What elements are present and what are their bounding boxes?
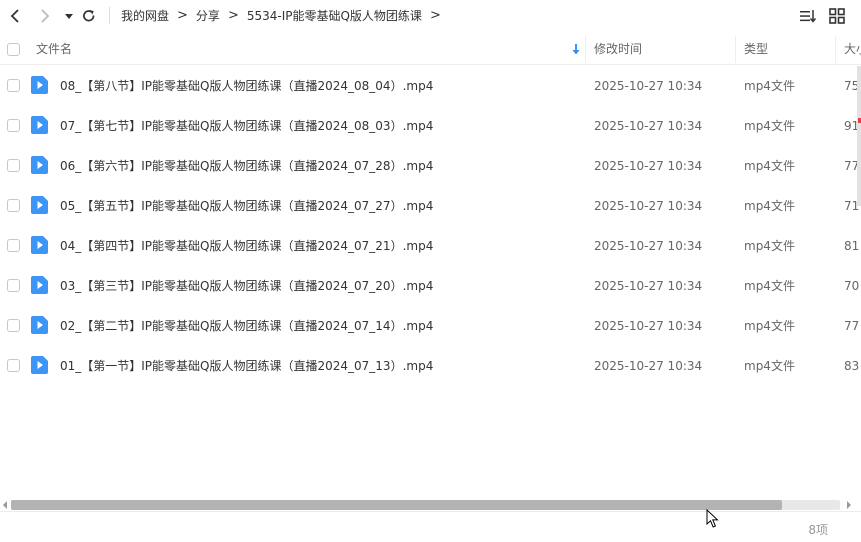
refresh-button[interactable] <box>80 7 98 25</box>
scroll-right-arrow-icon[interactable] <box>845 500 853 510</box>
file-row[interactable]: 08_【第八节】IP能零基础Q版人物团练课（直播2024_08_04）.mp4 … <box>0 66 861 106</box>
video-file-icon <box>31 116 48 134</box>
file-row[interactable]: 05_【第五节】IP能零基础Q版人物团练课（直播2024_07_27）.mp4 … <box>0 186 861 226</box>
item-count: 8项 <box>808 523 828 537</box>
file-name: 05_【第五节】IP能零基础Q版人物团练课（直播2024_07_27）.mp4 <box>60 199 434 213</box>
file-modified: 2025-10-27 10:34 <box>594 359 703 373</box>
status-bar: 8项 <box>0 511 861 542</box>
toolbar: 我的网盘 > 分享 > 5534-IP能零基础Q版人物团练课 > <box>0 0 861 31</box>
sort-list-icon <box>800 10 817 23</box>
history-dropdown[interactable] <box>60 7 78 25</box>
file-modified: 2025-10-27 10:34 <box>594 279 703 293</box>
column-divider[interactable] <box>835 36 836 63</box>
file-type: mp4文件 <box>744 119 795 133</box>
column-divider[interactable] <box>735 36 736 63</box>
file-name: 03_【第三节】IP能零基础Q版人物团练课（直播2024_07_20）.mp4 <box>60 279 434 293</box>
breadcrumb-item-my-drive[interactable]: 我的网盘 <box>121 7 169 24</box>
sort-menu-button[interactable] <box>799 7 817 25</box>
row-checkbox[interactable] <box>7 239 20 252</box>
back-button[interactable] <box>6 7 24 25</box>
row-checkbox[interactable] <box>7 79 20 92</box>
chevron-left-icon <box>10 9 19 23</box>
file-type: mp4文件 <box>744 279 795 293</box>
file-list: 08_【第八节】IP能零基础Q版人物团练课（直播2024_08_04）.mp4 … <box>0 66 861 386</box>
horizontal-scrollbar[interactable] <box>0 499 861 511</box>
file-name: 06_【第六节】IP能零基础Q版人物团练课（直播2024_07_28）.mp4 <box>60 159 434 173</box>
file-row[interactable]: 04_【第四节】IP能零基础Q版人物团练课（直播2024_07_21）.mp4 … <box>0 226 861 266</box>
video-file-icon <box>31 356 48 374</box>
refresh-icon <box>83 10 95 22</box>
forward-button[interactable] <box>36 7 54 25</box>
file-modified: 2025-10-27 10:34 <box>594 319 703 333</box>
column-header: 文件名 修改时间 类型 大小 <box>0 34 861 65</box>
file-row[interactable]: 07_【第七节】IP能零基础Q版人物团练课（直播2024_08_03）.mp4 … <box>0 106 861 146</box>
file-modified: 2025-10-27 10:34 <box>594 239 703 253</box>
breadcrumb-item-share[interactable]: 分享 <box>196 7 220 24</box>
video-file-icon <box>31 236 48 254</box>
file-name: 08_【第八节】IP能零基础Q版人物团练课（直播2024_08_04）.mp4 <box>60 79 434 93</box>
file-type: mp4文件 <box>744 79 795 93</box>
breadcrumb-separator: > <box>227 7 239 23</box>
row-checkbox[interactable] <box>7 159 20 172</box>
video-file-icon <box>31 276 48 294</box>
toolbar-separator <box>109 7 110 24</box>
video-file-icon <box>31 316 48 334</box>
grid-view-icon <box>829 8 845 24</box>
file-name: 04_【第四节】IP能零基础Q版人物团练课（直播2024_07_21）.mp4 <box>60 239 434 253</box>
video-file-icon <box>31 76 48 94</box>
file-name: 01_【第一节】IP能零基础Q版人物团练课（直播2024_07_13）.mp4 <box>60 359 434 373</box>
file-row[interactable]: 01_【第一节】IP能零基础Q版人物团练课（直播2024_07_13）.mp4 … <box>0 346 861 386</box>
file-type: mp4文件 <box>744 319 795 333</box>
arrow-down-icon[interactable] <box>571 43 581 56</box>
breadcrumb: 我的网盘 > 分享 > 5534-IP能零基础Q版人物团练课 > <box>121 7 449 24</box>
column-header-size[interactable]: 大小 <box>844 34 861 65</box>
caret-down-icon <box>65 14 73 19</box>
file-row[interactable]: 02_【第二节】IP能零基础Q版人物团练课（直播2024_07_14）.mp4 … <box>0 306 861 346</box>
scroll-left-arrow-icon[interactable] <box>1 500 9 510</box>
file-size: 70 <box>844 279 860 293</box>
column-divider[interactable] <box>585 36 586 63</box>
mouse-cursor-icon <box>706 509 719 528</box>
file-modified: 2025-10-27 10:34 <box>594 199 703 213</box>
row-checkbox[interactable] <box>7 319 20 332</box>
file-size: 81 <box>844 239 860 253</box>
file-type: mp4文件 <box>744 199 795 213</box>
file-type: mp4文件 <box>744 239 795 253</box>
video-file-icon <box>31 156 48 174</box>
column-header-type[interactable]: 类型 <box>744 34 768 65</box>
scrollbar-thumb[interactable] <box>11 500 782 510</box>
file-name: 07_【第七节】IP能零基础Q版人物团练课（直播2024_08_03）.mp4 <box>60 119 434 133</box>
file-row[interactable]: 06_【第六节】IP能零基础Q版人物团练课（直播2024_07_28）.mp4 … <box>0 146 861 186</box>
row-checkbox[interactable] <box>7 279 20 292</box>
file-type: mp4文件 <box>744 159 795 173</box>
row-checkbox[interactable] <box>7 359 20 372</box>
row-checkbox[interactable] <box>7 119 20 132</box>
vertical-scrollbar[interactable] <box>857 66 861 206</box>
breadcrumb-item-current-folder[interactable]: 5534-IP能零基础Q版人物团练课 <box>247 7 422 24</box>
breadcrumb-separator: > <box>177 7 188 23</box>
file-name: 02_【第二节】IP能零基础Q版人物团练课（直播2024_07_14）.mp4 <box>60 319 434 333</box>
file-size: 83 <box>844 359 860 373</box>
breadcrumb-separator: > <box>429 7 441 23</box>
view-toggle-button[interactable] <box>828 7 846 25</box>
file-type: mp4文件 <box>744 359 795 373</box>
select-all-checkbox[interactable] <box>7 43 20 56</box>
file-size: 77 <box>844 319 860 333</box>
column-header-modified[interactable]: 修改时间 <box>594 34 642 65</box>
row-checkbox[interactable] <box>7 199 20 212</box>
file-row[interactable]: 03_【第三节】IP能零基础Q版人物团练课（直播2024_07_20）.mp4 … <box>0 266 861 306</box>
chevron-right-icon <box>41 9 50 23</box>
file-modified: 2025-10-27 10:34 <box>594 79 703 93</box>
column-header-name[interactable]: 文件名 <box>36 34 72 65</box>
file-modified: 2025-10-27 10:34 <box>594 159 703 173</box>
video-file-icon <box>31 196 48 214</box>
file-modified: 2025-10-27 10:34 <box>594 119 703 133</box>
